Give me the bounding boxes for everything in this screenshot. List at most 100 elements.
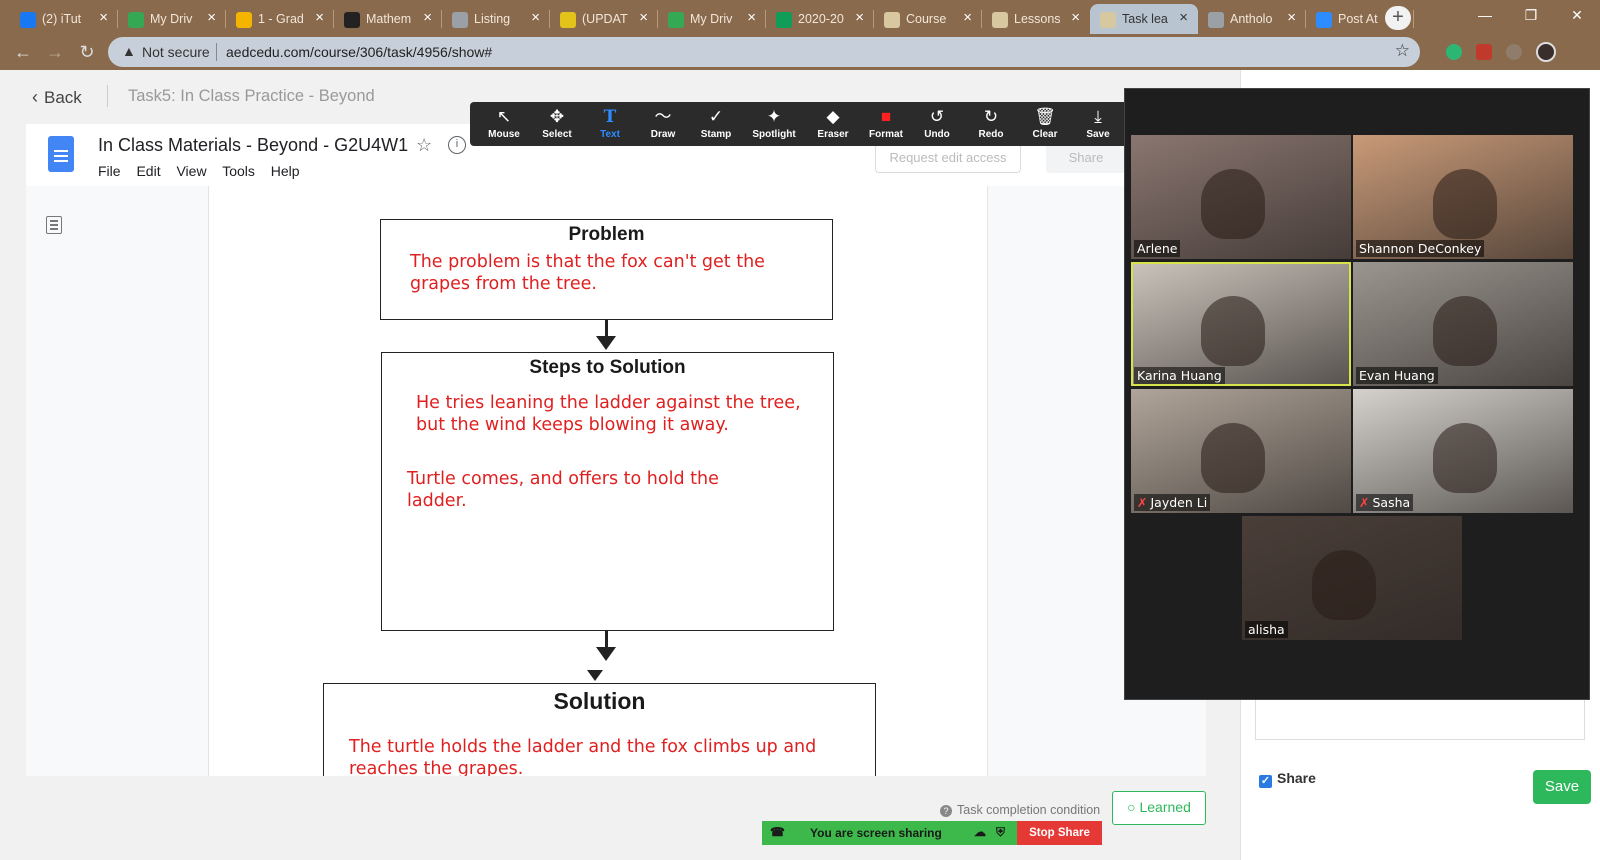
extension-icon-ublock[interactable] — [1476, 44, 1492, 60]
tool-redo[interactable]: ↻ Redo — [965, 102, 1017, 146]
doc-share-button[interactable]: Share — [1046, 143, 1126, 173]
info-icon[interactable]: i — [448, 136, 466, 154]
learned-button[interactable]: ○ Learned — [1112, 791, 1206, 825]
task-completion-condition[interactable]: ? Task completion condition — [940, 803, 1100, 817]
screen-share-bar: ☎ You are screen sharing ☁ ⛨ Stop Share — [762, 821, 1102, 845]
tab-favicon-icon — [20, 12, 36, 28]
profile-avatar[interactable] — [1536, 42, 1556, 62]
close-tab-icon[interactable]: × — [747, 9, 756, 26]
tool-eraser[interactable]: ◆ Eraser — [807, 102, 859, 146]
extensions-puzzle-icon[interactable] — [1506, 44, 1522, 60]
tool-text[interactable]: T Text — [584, 102, 636, 146]
new-tab-button[interactable]: + — [1385, 6, 1411, 30]
participant-video-tile[interactable]: Shannon DeConkey — [1353, 135, 1573, 259]
address-divider — [216, 43, 217, 61]
menu-view[interactable]: View — [176, 163, 206, 179]
checkbox-checked-icon[interactable]: ✓ — [1259, 775, 1272, 788]
url-text[interactable]: aedcedu.com/course/306/task/4956/show# — [226, 44, 492, 60]
tab-title: Post At — [1338, 12, 1378, 26]
tool-spotlight[interactable]: ✦ Spotlight — [748, 102, 800, 146]
participant-video-tile[interactable]: Karina Huang — [1131, 262, 1351, 386]
back-link[interactable]: ‹ Back — [32, 87, 82, 108]
google-docs-icon[interactable] — [48, 136, 74, 172]
close-tab-icon[interactable]: × — [423, 9, 432, 26]
restore-button[interactable]: ❐ — [1508, 0, 1554, 30]
menu-edit[interactable]: Edit — [136, 163, 160, 179]
tool-clear[interactable]: 🗑 Clear — [1019, 102, 1071, 146]
learned-label: Learned — [1139, 799, 1191, 815]
outline-icon[interactable] — [46, 216, 62, 234]
close-window-button[interactable]: ✕ — [1554, 0, 1600, 30]
tool-label: Clear — [1032, 129, 1058, 140]
tool-label: Draw — [650, 129, 676, 140]
close-tab-icon[interactable]: × — [855, 9, 864, 26]
tool-save[interactable]: ⤓ Save — [1072, 102, 1124, 146]
stop-share-button[interactable]: Stop Share — [1017, 821, 1102, 845]
participant-name: Evan Huang — [1356, 367, 1438, 384]
browser-tab[interactable]: Lessons × — [982, 4, 1090, 34]
participant-video-tile[interactable]: ✗ Sasha — [1353, 389, 1573, 513]
solution-title: Solution — [553, 688, 646, 714]
browser-tab[interactable]: (2) iTut × — [10, 4, 118, 34]
close-tab-icon[interactable]: × — [1287, 9, 1296, 26]
doc-title[interactable]: In Class Materials - Beyond - G2U4W1 — [98, 135, 408, 156]
browser-tab[interactable]: (UPDAT × — [550, 4, 658, 34]
tool-select[interactable]: ✥ Select — [531, 102, 583, 146]
extension-icon-green[interactable] — [1446, 44, 1462, 60]
browser-tab[interactable]: My Driv × — [658, 4, 766, 34]
warning-icon: ▲ — [122, 43, 136, 59]
close-tab-icon[interactable]: × — [207, 9, 216, 26]
bookmark-star-icon[interactable]: ☆ — [1395, 41, 1410, 61]
tool-mouse[interactable]: ↖ Mouse — [478, 102, 530, 146]
spotlight-icon: ✦ — [766, 107, 782, 126]
back-nav-button[interactable]: ← — [12, 41, 34, 63]
tool-stamp[interactable]: ✓ Stamp — [690, 102, 742, 146]
security-label[interactable]: Not secure — [142, 44, 210, 60]
browser-tab[interactable]: Course × — [874, 4, 982, 34]
browser-tab[interactable]: Listing × — [442, 4, 550, 34]
reload-button[interactable]: ↻ — [76, 41, 98, 63]
menu-tools[interactable]: Tools — [222, 163, 255, 179]
menu-help[interactable]: Help — [271, 163, 300, 179]
browser-tab[interactable]: My Driv × — [118, 4, 226, 34]
browser-tab[interactable]: Antholo × — [1198, 4, 1306, 34]
tool-undo[interactable]: ↺ Undo — [911, 102, 963, 146]
browser-tab[interactable]: 2020-20 × — [766, 4, 874, 34]
close-tab-icon[interactable]: × — [1071, 9, 1080, 26]
participant-video-tile[interactable]: ✗ Jayden Li — [1131, 389, 1351, 513]
close-tab-icon[interactable]: × — [99, 9, 108, 26]
minimize-button[interactable]: — — [1462, 0, 1508, 30]
star-icon[interactable]: ☆ — [416, 135, 432, 156]
participant-video-tile[interactable]: Arlene — [1131, 135, 1351, 259]
participant-name-label: Arlene — [1137, 241, 1178, 256]
tab-title: Listing — [474, 12, 511, 26]
arrow-down-icon — [596, 336, 616, 350]
select-icon: ✥ — [549, 107, 565, 126]
clear-icon: 🗑 — [1034, 107, 1056, 126]
arrow-down-icon — [596, 647, 616, 661]
close-tab-icon[interactable]: × — [639, 9, 648, 26]
text-icon: T — [603, 107, 617, 127]
close-tab-icon[interactable]: × — [315, 9, 324, 26]
screen-sharing-status[interactable]: ☎ You are screen sharing ☁ ⛨ — [762, 821, 1017, 845]
menu-file[interactable]: File — [98, 163, 121, 179]
tool-format[interactable]: ■ Format — [860, 102, 912, 146]
browser-tab[interactable]: Mathem × — [334, 4, 442, 34]
address-bar[interactable]: ▲ Not secure aedcedu.com/course/306/task… — [108, 37, 1420, 67]
close-tab-icon[interactable]: × — [1179, 9, 1188, 26]
participant-video-tile[interactable]: alisha — [1242, 516, 1462, 640]
close-tab-icon[interactable]: × — [963, 9, 972, 26]
participant-video-tile[interactable]: Evan Huang — [1353, 262, 1573, 386]
forward-nav-button[interactable]: → — [44, 41, 66, 63]
close-tab-icon[interactable]: × — [531, 9, 540, 26]
request-edit-access-button[interactable]: Request edit access — [875, 143, 1021, 173]
tab-title: Task lea — [1122, 12, 1168, 26]
browser-tab[interactable]: Task lea × — [1090, 4, 1198, 34]
circle-icon: ○ — [1127, 799, 1136, 815]
browser-tab[interactable]: 1 - Grad × — [226, 4, 334, 34]
save-button[interactable]: Save — [1533, 770, 1591, 804]
tool-draw[interactable]: 〜 Draw — [637, 102, 689, 146]
tab-title: Mathem — [366, 12, 412, 26]
participant-silhouette — [1201, 169, 1265, 239]
share-checkbox[interactable]: ✓ Share — [1259, 770, 1316, 788]
